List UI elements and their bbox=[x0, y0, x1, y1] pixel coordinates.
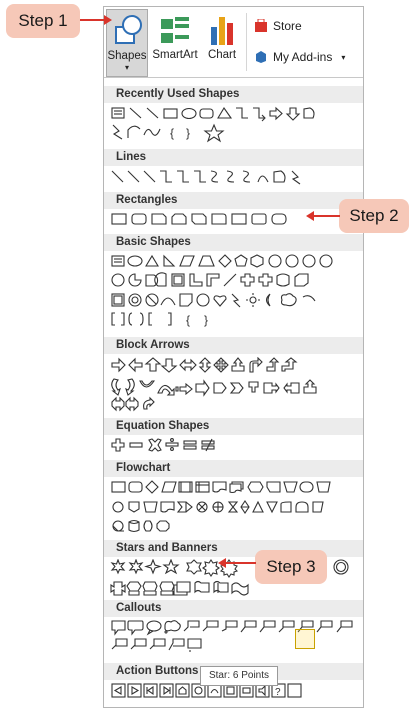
block-arrows-grid[interactable] bbox=[110, 357, 355, 415]
store-label: Store bbox=[273, 19, 302, 33]
callouts-grid[interactable] bbox=[110, 619, 355, 659]
chart-icon bbox=[211, 17, 233, 45]
smartart-icon bbox=[161, 17, 189, 43]
smartart-button[interactable]: SmartArt bbox=[150, 9, 200, 75]
equation-shapes-row[interactable] bbox=[110, 437, 250, 453]
ribbon-divider bbox=[246, 13, 247, 71]
addins-icon bbox=[256, 51, 266, 63]
step-2-arrow bbox=[306, 211, 340, 221]
star-12-points-icon bbox=[333, 559, 349, 575]
svg-text:{: { bbox=[170, 126, 174, 140]
star-6-points-selected[interactable] bbox=[295, 629, 315, 649]
tooltip: Star: 6 Points bbox=[200, 666, 278, 686]
category-callouts: Callouts bbox=[104, 600, 363, 617]
step-3-callout: Step 3 bbox=[255, 550, 327, 584]
shapes-icon bbox=[115, 15, 142, 44]
chevron-down-icon: ▾ bbox=[124, 63, 129, 72]
svg-text:{: { bbox=[186, 313, 190, 327]
category-equation-shapes: Equation Shapes bbox=[104, 418, 363, 435]
rectangles-row[interactable] bbox=[110, 212, 310, 226]
recent-shapes-row[interactable]: { } bbox=[110, 105, 350, 143]
basic-shapes-grid[interactable]: {} bbox=[110, 253, 355, 333]
category-recently-used: Recently Used Shapes bbox=[104, 86, 363, 103]
store-button[interactable]: Store bbox=[254, 19, 302, 33]
shapes-label: Shapes bbox=[107, 50, 147, 62]
my-addins-button[interactable]: My Add-ins ▾ bbox=[254, 50, 345, 64]
svg-text:?: ? bbox=[275, 687, 281, 698]
chart-label: Chart bbox=[207, 49, 237, 61]
addins-label: My Add-ins bbox=[273, 50, 333, 64]
category-rectangles: Rectangles bbox=[104, 192, 363, 209]
step-1-arrow bbox=[80, 15, 112, 25]
category-basic-shapes: Basic Shapes bbox=[104, 234, 363, 251]
smartart-label: SmartArt bbox=[152, 49, 198, 61]
svg-text:}: } bbox=[204, 313, 208, 327]
store-icon bbox=[255, 19, 267, 32]
shapes-gallery-panel: Shapes ▾ SmartArt Chart Store My Add-ins… bbox=[103, 6, 364, 708]
shapes-gallery: Recently Used Shapes { } Lines Rectangle… bbox=[104, 78, 363, 707]
flowchart-grid[interactable] bbox=[110, 479, 355, 535]
chevron-down-icon: ▾ bbox=[341, 52, 346, 62]
svg-text:}: } bbox=[186, 126, 190, 140]
step-3-arrow bbox=[218, 558, 256, 568]
lines-row[interactable] bbox=[110, 168, 350, 186]
category-flowchart: Flowchart bbox=[104, 460, 363, 477]
category-lines: Lines bbox=[104, 149, 363, 166]
step-1-callout: Step 1 bbox=[6, 4, 80, 38]
chart-button[interactable]: Chart bbox=[202, 9, 242, 75]
ribbon: Shapes ▾ SmartArt Chart Store My Add-ins… bbox=[104, 7, 363, 78]
step-2-callout: Step 2 bbox=[339, 199, 409, 233]
category-block-arrows: Block Arrows bbox=[104, 337, 363, 354]
